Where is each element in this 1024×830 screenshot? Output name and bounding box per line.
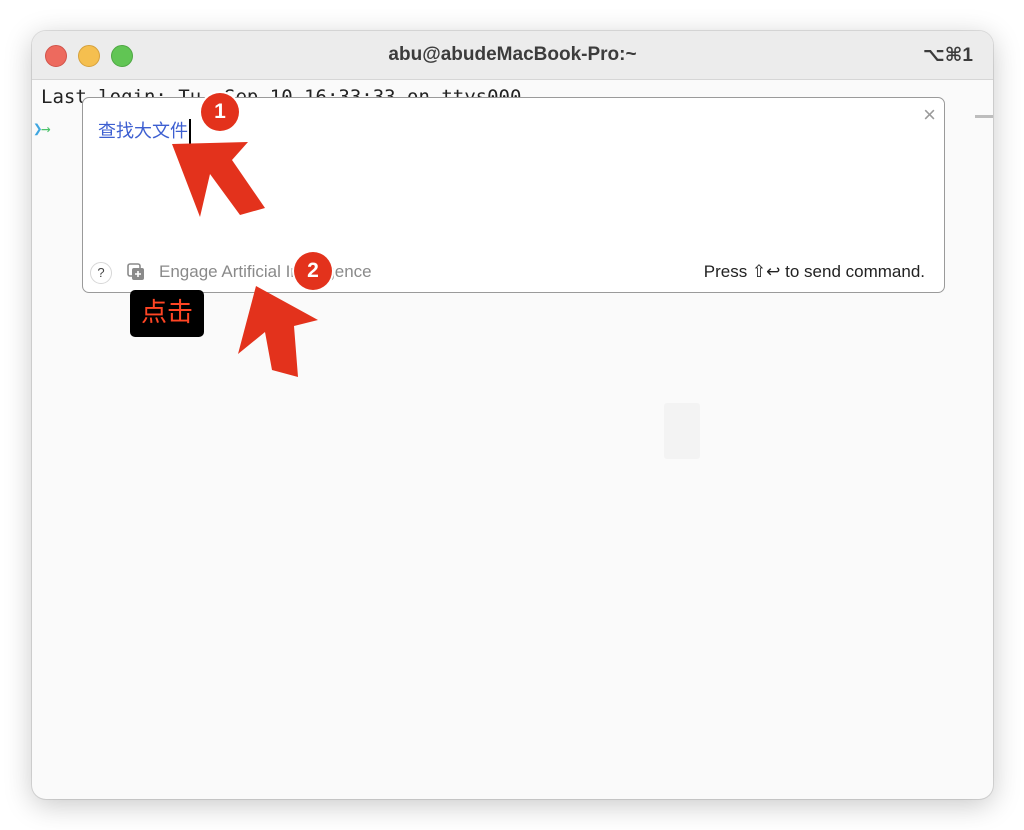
- help-button[interactable]: ?: [90, 262, 112, 284]
- step-2-badge: 2: [294, 252, 332, 290]
- title-bar[interactable]: abu@abudeMacBook-Pro:~ ⌥⌘1: [32, 31, 993, 80]
- click-annotation-label: 点击: [130, 290, 204, 337]
- annotation-arrow-2: [238, 286, 318, 377]
- prompt-arrow-icon: →: [41, 119, 51, 138]
- window-title: abu@abudeMacBook-Pro:~: [388, 44, 637, 65]
- ai-query-text: 查找大文件: [98, 121, 188, 142]
- close-icon[interactable]: ×: [923, 104, 936, 126]
- window-shortcut: ⌥⌘1: [922, 45, 973, 66]
- annotation-arrow-1: [172, 142, 265, 217]
- engage-ai-button[interactable]: Engage Artificial Intelligence: [159, 262, 372, 282]
- ai-engage-icon[interactable]: [127, 263, 145, 281]
- step-1-badge: 1: [201, 93, 239, 131]
- background-block: [664, 403, 700, 459]
- send-command-hint: Press ⇧↩ to send command.: [703, 262, 925, 281]
- scroll-indicator[interactable]: [975, 115, 993, 118]
